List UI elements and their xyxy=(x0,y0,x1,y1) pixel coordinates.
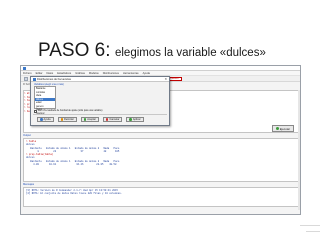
apply-button[interactable]: Aplicar xyxy=(126,117,144,122)
apply-icon xyxy=(129,118,132,121)
submit-label: Ejecutar xyxy=(279,126,290,131)
reset-button[interactable]: Reiniciar xyxy=(57,117,77,122)
output-pane[interactable]: > tabla dulces Bastante Estado de ánimo … xyxy=(23,138,299,182)
check-icon xyxy=(83,118,87,121)
slide-title: PASO 6: elegimos la variable «dulces» xyxy=(38,40,266,62)
help-icon xyxy=(40,118,43,121)
variables-listbox[interactable]: Bastante comidas dieta dulces edad genero grup… xyxy=(34,86,56,115)
frequency-dialog: Distribuciones de frecuencias ✕ Variable… xyxy=(30,76,170,126)
reset-label: Reiniciar xyxy=(64,118,74,121)
slide-title-sub: elegimos la variable «dulces» xyxy=(114,47,266,59)
cancel-icon xyxy=(105,118,109,121)
rcommander-window: Fichero Editar Datos Estadísticos Gráficas Mo… xyxy=(20,65,301,215)
slide-title-main: PASO 6: xyxy=(38,40,111,61)
cancel-button[interactable]: Cancelar xyxy=(102,117,123,122)
menu-item[interactable]: Herramientas xyxy=(123,72,139,75)
apply-label: Aplicar xyxy=(132,118,141,121)
menu-item[interactable]: Fichero xyxy=(23,72,32,75)
menu-item[interactable]: Modelos xyxy=(89,72,99,75)
dataset-icon[interactable] xyxy=(24,76,28,81)
vertical-scrollbar[interactable] xyxy=(298,90,300,210)
dialog-divider xyxy=(33,114,167,115)
message-line: [4] NOTA: El conjunto de datos Datos tie… xyxy=(26,192,123,196)
dialog-title: Distribuciones de frecuencias xyxy=(37,77,71,81)
ok-button[interactable]: Aceptar xyxy=(80,117,99,122)
run-icon xyxy=(275,127,279,130)
menu-item[interactable]: Distribuciones xyxy=(103,72,119,75)
cancel-label: Cancelar xyxy=(109,118,120,121)
messages-pane[interactable]: [3] NOTA: Versión de R Commander 2.1-7: … xyxy=(23,187,299,207)
menu-item[interactable]: Gráficas xyxy=(75,72,85,75)
dialog-titlebar: Distribuciones de frecuencias ✕ xyxy=(31,77,169,82)
dialog-app-icon xyxy=(33,77,36,81)
help-button[interactable]: Ayuda xyxy=(37,117,54,122)
submit-button[interactable]: Ejecutar xyxy=(271,125,294,132)
ok-label: Aceptar xyxy=(87,118,96,121)
chisq-test-checkbox[interactable]: Test Chi-cuadrado de bondad de ajuste (s… xyxy=(34,110,102,113)
output-line: 4.00 10.91 16.46 22.05 48.58 xyxy=(26,163,117,167)
output-pane-header: Output xyxy=(23,134,31,137)
checkbox-icon[interactable] xyxy=(34,110,37,113)
menu-item[interactable]: Editar xyxy=(36,72,43,75)
menu-item[interactable]: Estadísticos xyxy=(57,72,71,75)
close-icon[interactable]: ✕ xyxy=(164,77,167,81)
decorative-line xyxy=(300,225,320,226)
app-logo-icon xyxy=(23,66,26,70)
messages-pane-header: Mensajes xyxy=(23,183,35,186)
menu-item[interactable]: Datos xyxy=(46,72,53,75)
decorative-line xyxy=(306,231,320,232)
menu-item[interactable]: Ayuda xyxy=(143,72,150,75)
reset-icon xyxy=(60,118,64,121)
help-label: Ayuda xyxy=(43,118,51,121)
dialog-buttons: Ayuda Reiniciar Aceptar Cancelar Aplicar xyxy=(37,117,144,122)
chisq-test-label: Test Chi-cuadrado de bondad de ajuste (s… xyxy=(37,110,103,113)
